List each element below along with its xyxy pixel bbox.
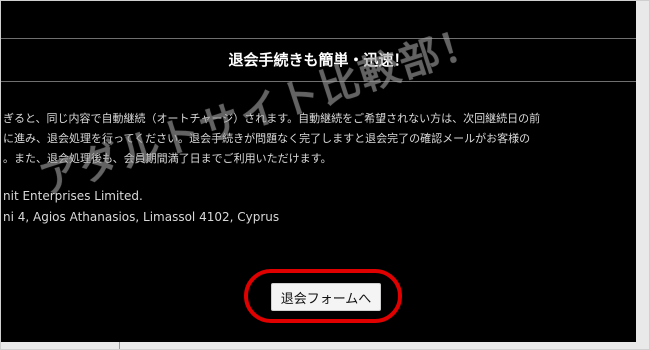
top-divider	[1, 38, 636, 39]
bottom-tick	[119, 342, 120, 349]
right-margin	[636, 1, 649, 349]
company-line-2: ni 4, Agios Athanasios, Limassol 4102, C…	[3, 210, 280, 224]
screenshot-frame: 退会手続きも簡単・迅速！ ぎると、同じ内容で自動継続（オートチャージ）されます。…	[0, 0, 650, 350]
content-panel: 退会手続きも簡単・迅速！ ぎると、同じ内容で自動継続（オートチャージ）されます。…	[1, 1, 636, 342]
cta-highlight-circle: 退会フォームへ	[244, 269, 402, 323]
company-info: nit Enterprises Limited. ni 4, Agios Ath…	[3, 186, 636, 228]
bottom-margin	[1, 342, 649, 349]
withdraw-form-button[interactable]: 退会フォームへ	[271, 283, 381, 311]
